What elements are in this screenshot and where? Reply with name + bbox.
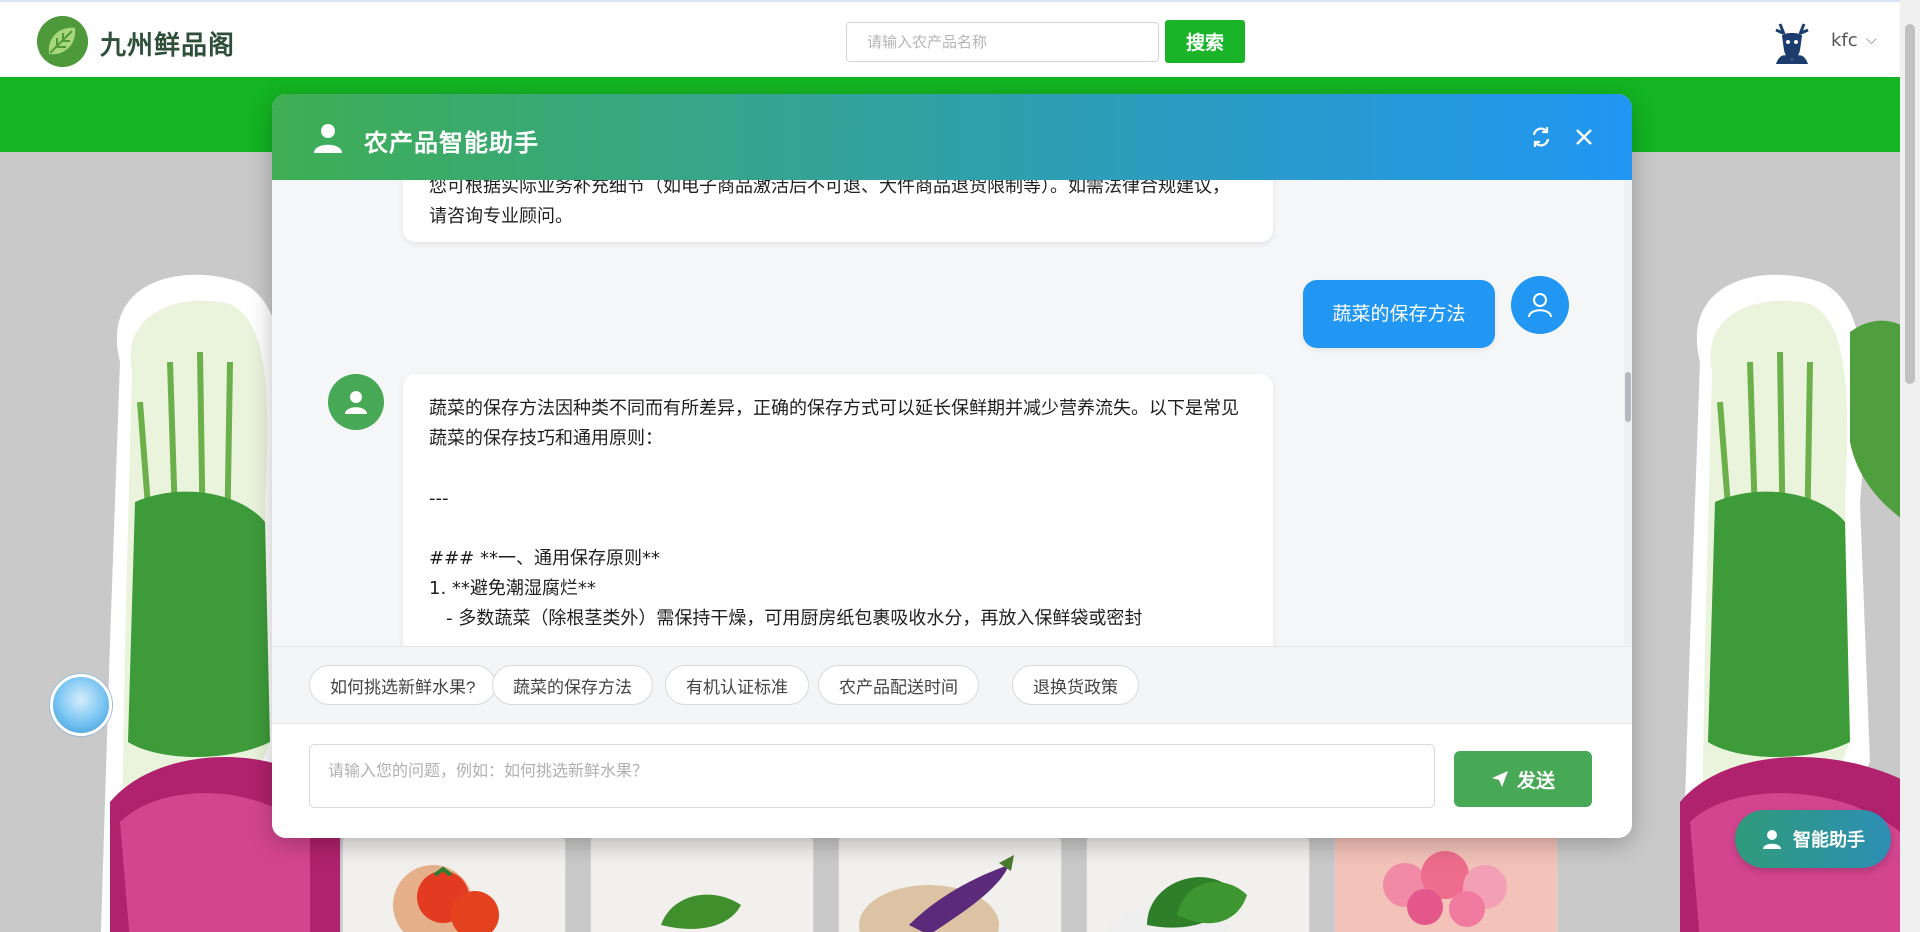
top-navbar: 九州鲜品阁 搜索 kfc ⌵: [0, 0, 1900, 77]
chevron-down-icon[interactable]: ⌵: [1866, 32, 1877, 48]
assistant-message-bubble: 蔬菜的保存方法因种类不同而有所差异，正确的保存方式可以延长保鲜期并减少营养流失。…: [403, 374, 1273, 646]
chat-scrollbar[interactable]: [1624, 180, 1632, 646]
refresh-button[interactable]: [1526, 122, 1556, 152]
message-input-bar: 发送: [272, 724, 1632, 838]
cabbage-logo-icon[interactable]: [37, 16, 88, 67]
user-message-bubble: 蔬菜的保存方法: [1303, 280, 1495, 348]
product-card-spinach[interactable]: [1086, 834, 1310, 932]
suggestion-chip[interactable]: 蔬菜的保存方法: [492, 665, 653, 705]
dialog-title: 农产品智能助手: [364, 129, 539, 157]
close-button[interactable]: [1569, 122, 1599, 152]
chat-scrollbar-thumb[interactable]: [1625, 372, 1631, 422]
suggestion-chip[interactable]: 农产品配送时间: [818, 665, 979, 705]
suggestion-chip[interactable]: 退换货政策: [1012, 665, 1139, 705]
floating-ball-widget[interactable]: [50, 674, 112, 736]
refresh-icon: [1532, 127, 1550, 147]
page-scrollbar-thumb[interactable]: [1905, 24, 1915, 384]
user-message-text: 蔬菜的保存方法: [1332, 303, 1466, 325]
user-avatar: [1511, 276, 1569, 334]
assistant-message-bubble: 您可根据实际业务补充细节（如电子商品激活后不可退、大件商品退货限制等）。如需法律…: [403, 180, 1273, 242]
assistant-message-text: 蔬菜的保存方法因种类不同而有所差异，正确的保存方式可以延长保鲜期并减少营养流失。…: [429, 398, 1239, 629]
dialog-header: 农产品智能助手: [272, 94, 1632, 180]
product-cards-row: [320, 834, 1580, 932]
search-button[interactable]: 搜索: [1165, 20, 1245, 63]
user-icon: [345, 391, 367, 414]
close-icon: [1576, 129, 1592, 145]
product-card-tomato[interactable]: [342, 834, 566, 932]
username-label[interactable]: kfc: [1831, 30, 1858, 51]
product-card-eggplant[interactable]: [838, 834, 1062, 932]
user-icon: [314, 124, 342, 153]
assistant-chat-dialog: 农产品智能助手 您可根据实际业务补充细节（如电子商品激活后不可退、大件商品退货限…: [272, 94, 1632, 838]
product-card-flowers[interactable]: [1334, 834, 1558, 932]
chat-messages-area[interactable]: 您可根据实际业务补充细节（如电子商品激活后不可退、大件商品退货限制等）。如需法律…: [272, 180, 1632, 646]
send-button-label: 发送: [1516, 770, 1555, 792]
paper-plane-icon: [1491, 771, 1508, 787]
suggestion-chip[interactable]: 如何挑选新鲜水果?: [309, 665, 497, 705]
smart-assistant-button[interactable]: 智能助手: [1735, 810, 1891, 868]
smart-assistant-label: 智能助手: [1793, 830, 1865, 850]
user-icon: [1528, 293, 1552, 318]
brand-name[interactable]: 九州鲜品阁: [100, 25, 235, 62]
product-search-input[interactable]: [846, 22, 1159, 62]
user-icon: [1763, 830, 1781, 849]
assistant-message-text: 您可根据实际业务补充细节（如电子商品激活后不可退、大件商品退货限制等）。如需法律…: [429, 180, 1230, 227]
suggestion-chip[interactable]: 有机认证标准: [665, 665, 809, 705]
question-input[interactable]: [309, 744, 1435, 808]
send-button[interactable]: 发送: [1454, 751, 1592, 807]
suggested-questions-bar: 如何挑选新鲜水果? 蔬菜的保存方法 有机认证标准 农产品配送时间 退换货政策: [272, 646, 1632, 724]
page-scrollbar[interactable]: [1900, 0, 1920, 932]
deer-avatar-icon[interactable]: [1770, 20, 1814, 66]
product-card-greens[interactable]: [590, 834, 814, 932]
assistant-avatar: [328, 374, 384, 430]
